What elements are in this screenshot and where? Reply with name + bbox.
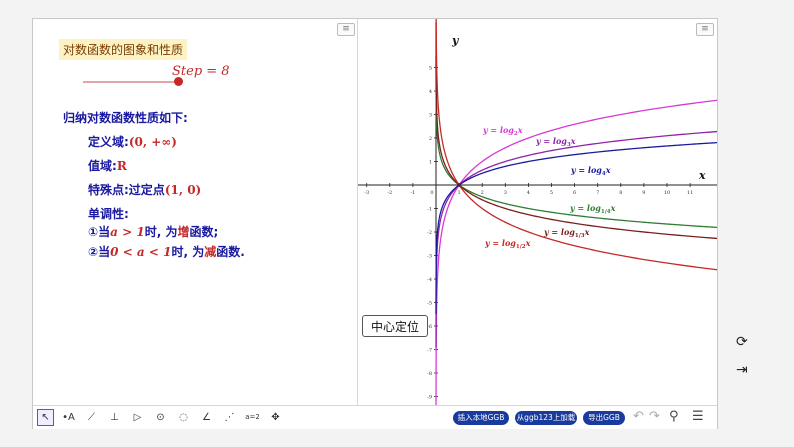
conic-tool-icon[interactable]: ◌ (175, 409, 192, 426)
curve-label-log3: y = log3x (535, 136, 576, 148)
insert-local-ggb-button[interactable]: 插入本地GGB (453, 411, 509, 425)
special-point-value: (1, 0) (164, 183, 202, 197)
x-tick-label: 9 (642, 190, 645, 196)
x-tick-label: 10 (664, 190, 670, 196)
y-tick-label: 4 (429, 89, 432, 95)
special-point-label: 特殊点:过定点 (88, 183, 165, 197)
x-tick-label: -3 (364, 190, 369, 196)
x-tick-label: 7 (596, 190, 599, 196)
y-tick-label: 5 (429, 66, 432, 72)
curve-label-log1_4: y = log1/4x (569, 203, 616, 215)
y-axis-label: y (451, 34, 460, 47)
special-point-line: 特殊点:过定点(1, 0) (88, 181, 201, 198)
properties-heading: 归纳对数函数性质如下: (63, 111, 188, 125)
geogebra-app: ≡ 对数函数的图象和性质 Step = 8 归纳对数函数性质如下: 定义域:(0… (32, 18, 718, 429)
y-tick-label: -4 (427, 277, 432, 283)
toolbar: ↖ •A ⟋ ⊥ ▷ ⊙ ◌ ∠ ⋰ a=2 ✥ 插入本地GGB 从ggb123上加载 导出GGB … (33, 405, 717, 429)
x-tick-label: 4 (527, 190, 530, 196)
y-tick-label: -3 (427, 254, 432, 260)
y-tick-label: -2 (427, 230, 432, 236)
case1-word: 增 (177, 225, 190, 239)
hamburger-menu-icon[interactable]: ☰ (692, 410, 704, 424)
curve-label-log1_2: y = log1/2x (484, 238, 531, 250)
refresh-icon[interactable]: ⟳ (736, 334, 748, 350)
point-tool-icon[interactable]: •A (60, 409, 77, 426)
move-tool-icon[interactable]: ↖ (37, 409, 54, 426)
case1-mid: 时, 为 (144, 225, 178, 239)
case2-mid: 时, 为 (171, 245, 205, 259)
case1-line: ①当a > 1时, 为增函数; (88, 223, 218, 240)
domain-value: (0, +∞) (128, 135, 177, 149)
case2-suffix: 函数. (216, 245, 245, 259)
y-tick-label: -8 (427, 371, 432, 377)
fixed-point-marker (457, 183, 461, 187)
y-tick-label: -1 (427, 207, 432, 213)
circle-tool-icon[interactable]: ⊙ (152, 409, 169, 426)
collapse-panel-icon[interactable]: ⇥ (736, 362, 748, 378)
x-tick-label: 3 (504, 190, 507, 196)
curve-label-log4: y = log4x (570, 165, 611, 177)
y-tick-label: 3 (429, 113, 432, 119)
load-ggb123-button[interactable]: 从ggb123上加载 (515, 411, 577, 425)
x-tick-label: 8 (619, 190, 622, 196)
range-value: R (116, 159, 127, 173)
step-slider-track[interactable] (83, 81, 179, 83)
polygon-tool-icon[interactable]: ▷ (129, 409, 146, 426)
line-tool-icon[interactable]: ⟋ (83, 409, 100, 426)
case2-prefix: ②当 (88, 245, 111, 259)
undo-icon[interactable]: ↶ (633, 410, 644, 424)
reflect-tool-icon[interactable]: ⋰ (221, 409, 238, 426)
graphics-view[interactable]: -3 -2 -1 0 1 2 3 4 5 6 7 8 9 10 11 5 4 3 2 1 -1 -2 -3 -4 -5 -6 -7-… (358, 19, 717, 405)
y-tick-label: -9 (427, 395, 432, 401)
function-plot[interactable]: -3 -2 -1 0 1 2 3 4 5 6 7 8 9 10 1154321-1-2-3-4-5-6-7-… (358, 19, 717, 405)
curve-label-log2: y = log2x (482, 125, 523, 137)
angle-tool-icon[interactable]: ∠ (198, 409, 215, 426)
curve-label-log1_3: y = log1/3x (543, 227, 590, 239)
y-tick-label: -7 (427, 348, 432, 354)
x-tick-label: 5 (550, 190, 553, 196)
range-line: 值域:R (88, 157, 127, 174)
algebra-panel: ≡ 对数函数的图象和性质 Step = 8 归纳对数函数性质如下: 定义域:(0… (33, 19, 358, 405)
page-title: 对数函数的图象和性质 (59, 39, 188, 60)
case1-condition: a > 1 (110, 225, 145, 239)
x-axis-label: x (698, 169, 706, 182)
domain-line: 定义域:(0, +∞) (88, 133, 177, 150)
export-ggb-button[interactable]: 导出GGB (583, 411, 625, 425)
y-tick-label: -5 (427, 301, 432, 307)
perpendicular-tool-icon[interactable]: ⊥ (106, 409, 123, 426)
x-tick-label: -1 (410, 190, 415, 196)
y-tick-label: 2 (429, 136, 432, 142)
graphics-menu-icon[interactable]: ≡ (696, 23, 714, 36)
curve-log1_4[interactable] (435, 56, 717, 229)
x-tick-label: -2 (387, 190, 392, 196)
center-view-button[interactable]: 中心定位 (362, 315, 428, 337)
slider-tool-icon[interactable]: a=2 (244, 409, 261, 426)
x-tick-label: 1 (458, 190, 461, 196)
monotonic-label: 单调性: (88, 207, 129, 221)
case1-suffix: 函数; (189, 225, 219, 239)
panel-menu-icon[interactable]: ≡ (337, 23, 355, 36)
x-tick-label: 2 (481, 190, 484, 196)
x-tick-label: 6 (573, 190, 576, 196)
domain-label: 定义域: (88, 135, 129, 149)
range-label: 值域: (88, 159, 117, 173)
curve-log3[interactable] (435, 130, 717, 348)
case2-word: 减 (204, 245, 217, 259)
zoom-search-icon[interactable]: ⚲ (669, 410, 679, 424)
x-tick-label: 11 (687, 190, 693, 196)
case2-line: ②当0 < a < 1时, 为减函数. (88, 243, 245, 260)
y-tick-label: 1 (429, 160, 432, 166)
x-tick-label: 0 (430, 190, 433, 196)
step-slider-label: Step = 8 (172, 64, 230, 79)
redo-icon[interactable]: ↷ (649, 410, 660, 424)
case1-prefix: ①当 (88, 225, 111, 239)
move-view-tool-icon[interactable]: ✥ (267, 409, 284, 426)
case2-condition: 0 < a < 1 (110, 245, 172, 259)
